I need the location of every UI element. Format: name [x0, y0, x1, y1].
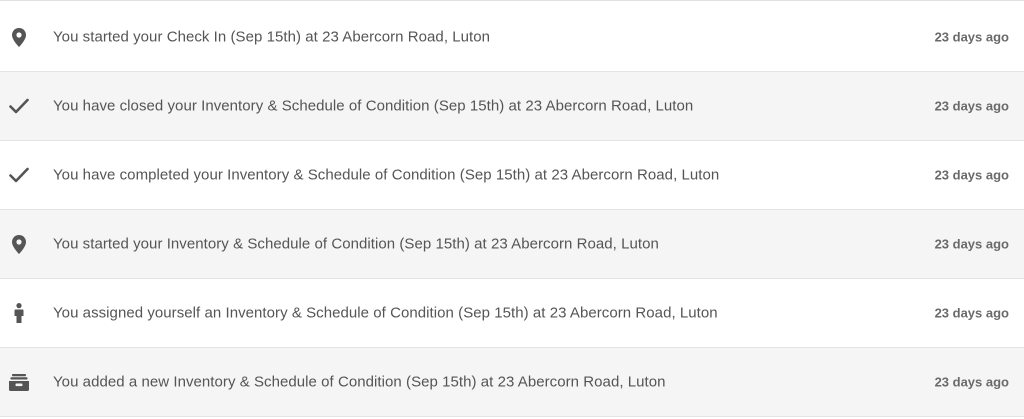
activity-feed: You started your Check In (Sep 15th) at …: [0, 0, 1024, 419]
activity-message: You started your Inventory & Schedule of…: [53, 236, 659, 253]
activity-row[interactable]: You have completed your Inventory & Sche…: [0, 141, 1024, 210]
activity-time: 23 days ago: [935, 168, 1009, 183]
activity-row[interactable]: You have closed your Inventory & Schedul…: [0, 72, 1024, 141]
activity-row[interactable]: You started your Inventory & Schedule of…: [0, 210, 1024, 279]
activity-time: 23 days ago: [935, 30, 1009, 45]
activity-time: 23 days ago: [935, 306, 1009, 321]
activity-time: 23 days ago: [935, 99, 1009, 114]
activity-message: You have closed your Inventory & Schedul…: [53, 98, 693, 115]
map-pin-icon: [8, 233, 30, 255]
activity-message: You have completed your Inventory & Sche…: [53, 167, 719, 184]
checkmark-icon: [8, 95, 30, 117]
inbox-tray-icon: [8, 371, 30, 393]
activity-message: You started your Check In (Sep 15th) at …: [53, 29, 490, 46]
activity-message: You assigned yourself an Inventory & Sch…: [53, 305, 718, 322]
map-pin-icon: [8, 26, 30, 48]
activity-time: 23 days ago: [935, 237, 1009, 252]
activity-row[interactable]: You started your Check In (Sep 15th) at …: [0, 3, 1024, 72]
activity-row[interactable]: You added a new Inventory & Schedule of …: [0, 348, 1024, 417]
person-icon: [8, 302, 30, 324]
checkmark-icon: [8, 164, 30, 186]
activity-time: 23 days ago: [935, 375, 1009, 390]
activity-message: You added a new Inventory & Schedule of …: [53, 374, 666, 391]
activity-row[interactable]: You assigned yourself an Inventory & Sch…: [0, 279, 1024, 348]
